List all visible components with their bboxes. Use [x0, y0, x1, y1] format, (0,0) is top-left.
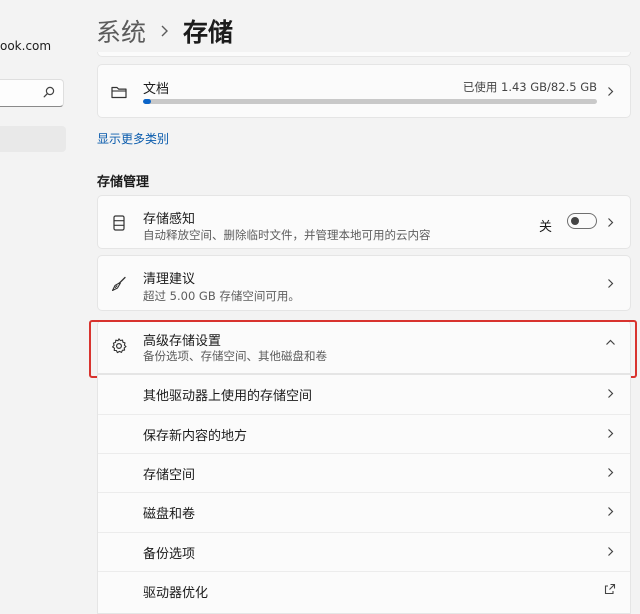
documents-usage-fill	[143, 99, 151, 104]
cleanup-desc: 超过 5.00 GB 存储空间可用。	[143, 289, 300, 303]
highlight-annotation	[89, 320, 637, 378]
broom-icon	[111, 276, 126, 292]
breadcrumb: 系统 存储	[96, 14, 233, 48]
sub-item-label: 磁盘和卷	[143, 507, 196, 522]
toggle-knob	[571, 217, 579, 225]
show-more-categories-link[interactable]: 显示更多类别	[97, 130, 169, 147]
chevron-right-icon	[608, 279, 614, 288]
search-input[interactable]	[0, 79, 64, 107]
chevron-right-icon	[608, 87, 614, 96]
list-item-disks-volumes[interactable]: 磁盘和卷	[98, 492, 630, 530]
sub-item-label: 备份选项	[143, 547, 196, 562]
chevron-right-icon	[608, 547, 614, 556]
storage-sense-desc: 自动释放空间、删除临时文件，并管理本地可用的云内容	[143, 228, 431, 242]
storage-sense-card[interactable]: 存储感知 自动释放空间、删除临时文件，并管理本地可用的云内容 关	[97, 195, 631, 249]
chevron-right-icon	[161, 25, 169, 37]
documents-title: 文档	[143, 82, 170, 97]
storage-drive-icon	[113, 215, 125, 231]
chevron-right-icon	[608, 468, 614, 477]
sub-item-label: 其他驱动器上使用的存储空间	[143, 389, 313, 404]
cleanup-title: 清理建议	[143, 272, 196, 287]
previous-card-edge	[97, 52, 631, 57]
breadcrumb-parent[interactable]: 系统	[96, 13, 146, 49]
list-item-backup-options[interactable]: 备份选项	[98, 532, 630, 570]
chevron-right-icon	[608, 389, 614, 398]
search-icon	[43, 86, 55, 98]
storage-sense-toggle-label: 关	[538, 220, 552, 235]
external-link-icon	[604, 583, 616, 595]
documents-usage: 已使用 1.43 GB/82.5 GB	[462, 80, 597, 94]
storage-sense-title: 存储感知	[143, 212, 196, 227]
sub-item-label: 驱动器优化	[143, 586, 209, 601]
list-item-storage-spaces[interactable]: 存储空间	[98, 453, 630, 491]
sub-item-label: 保存新内容的地方	[143, 429, 248, 444]
cleanup-recommendations-card[interactable]: 清理建议 超过 5.00 GB 存储空间可用。	[97, 255, 631, 311]
storage-sense-toggle[interactable]	[567, 213, 597, 229]
sidebar-item-system[interactable]	[0, 126, 66, 152]
sidebar: ook.com	[0, 0, 78, 608]
list-item-save-locations[interactable]: 保存新内容的地方	[98, 414, 630, 452]
chevron-right-icon	[608, 507, 614, 516]
chevron-right-icon	[608, 429, 614, 438]
sub-item-label: 存储空间	[143, 468, 196, 483]
list-item-drive-optimization[interactable]: 驱动器优化	[98, 571, 630, 609]
documents-card[interactable]: 文档 已使用 1.43 GB/82.5 GB	[97, 64, 631, 118]
advanced-storage-sub-list: 其他驱动器上使用的存储空间 保存新内容的地方 存储空间 磁盘和卷 备份选项 驱动…	[97, 374, 631, 614]
chevron-right-icon	[608, 218, 614, 227]
folder-icon	[111, 86, 127, 99]
documents-usage-bar	[143, 99, 597, 104]
section-header-storage-management: 存储管理	[97, 175, 150, 190]
page-title: 存储	[183, 18, 234, 47]
list-item-other-drives[interactable]: 其他驱动器上使用的存储空间	[98, 375, 630, 413]
account-email: ook.com	[0, 39, 52, 53]
